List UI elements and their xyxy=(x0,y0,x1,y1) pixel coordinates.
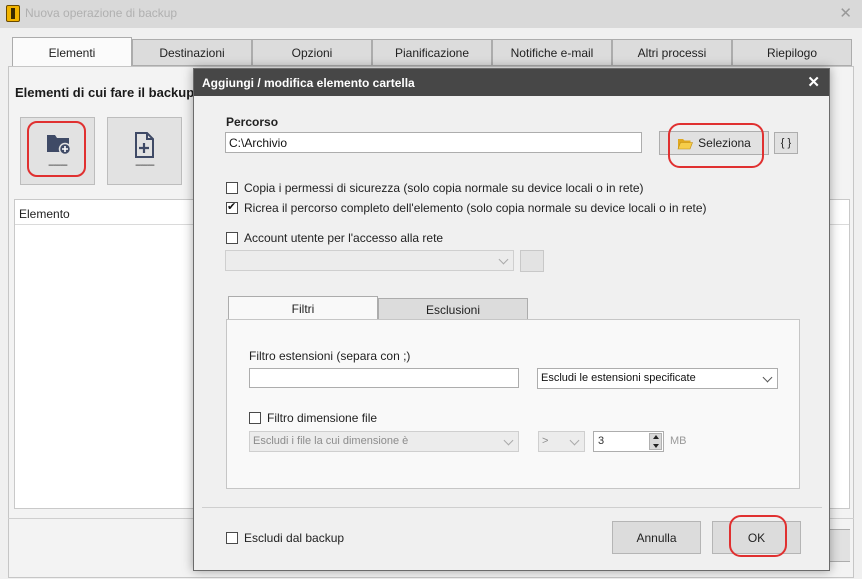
dialog-close-icon[interactable]: ✕ xyxy=(807,73,820,91)
exclude-from-backup-checkbox[interactable] xyxy=(226,532,238,544)
main-window-titlebar: Nuova operazione di backup ✕ xyxy=(0,0,862,28)
size-value: 3 xyxy=(598,435,605,447)
add-file-label: -------- xyxy=(135,160,155,171)
size-value-stepper[interactable]: 3 xyxy=(593,431,664,452)
exclude-from-backup-label: Escludi dal backup xyxy=(244,531,345,545)
folder-add-icon xyxy=(47,135,72,156)
add-folder-button[interactable]: -------- xyxy=(20,117,95,185)
chevron-down-icon xyxy=(503,435,515,447)
tab-elementi[interactable]: Elementi xyxy=(12,37,132,67)
network-account-checkbox[interactable] xyxy=(226,232,238,244)
network-account-option[interactable]: Account utente per l'accesso alla rete xyxy=(226,231,443,245)
ok-button[interactable]: OK xyxy=(712,521,801,554)
network-account-button[interactable] xyxy=(520,250,544,272)
size-filter-option[interactable]: Filtro dimensione file xyxy=(249,411,377,425)
chevron-down-icon xyxy=(762,372,774,384)
size-filter-checkbox[interactable] xyxy=(249,412,261,424)
dialog-title: Aggiungi / modifica elemento cartella xyxy=(202,76,415,90)
spin-up-down-icon[interactable] xyxy=(649,433,662,450)
elements-section-title: Elementi di cui fare il backup xyxy=(15,85,195,100)
add-file-button[interactable]: -------- xyxy=(107,117,182,185)
extension-filter-label: Filtro estensioni (separa con ;) xyxy=(249,349,411,363)
tab-opzioni[interactable]: Opzioni xyxy=(252,39,372,66)
tab-notifiche-email[interactable]: Notifiche e-mail xyxy=(492,39,612,66)
full-path-option[interactable]: Ricrea il percorso completo dell'element… xyxy=(226,200,707,215)
folder-item-dialog: Aggiungi / modifica elemento cartella ✕ … xyxy=(193,68,830,571)
extension-mode-combo[interactable]: Escludi le estensioni specificate xyxy=(537,368,778,389)
dialog-divider xyxy=(202,507,822,508)
tab-filtri[interactable]: Filtri xyxy=(228,296,378,321)
add-folder-label: -------- xyxy=(48,160,68,171)
tab-altri-processi[interactable]: Altri processi xyxy=(612,39,732,66)
cancel-button[interactable]: Annulla xyxy=(612,521,701,554)
filters-panel xyxy=(226,319,800,489)
select-folder-label: Seleziona xyxy=(698,136,751,150)
size-operator-combo[interactable]: > xyxy=(538,431,585,452)
tab-destinazioni[interactable]: Destinazioni xyxy=(132,39,252,66)
main-tab-bar: Elementi Destinazioni Opzioni Pianificaz… xyxy=(12,37,852,67)
extension-filter-input[interactable] xyxy=(249,368,519,388)
size-filter-label: Filtro dimensione file xyxy=(267,411,378,425)
path-input[interactable] xyxy=(225,132,642,153)
size-operator-value: > xyxy=(542,435,549,447)
select-folder-button[interactable]: Seleziona xyxy=(659,131,769,155)
main-window-title: Nuova operazione di backup xyxy=(25,6,178,20)
folder-open-icon xyxy=(677,138,694,149)
dialog-titlebar: Aggiungi / modifica elemento cartella ✕ xyxy=(194,69,829,96)
network-account-label: Account utente per l'accesso alla rete xyxy=(244,231,444,245)
extension-mode-value: Escludi le estensioni specificate xyxy=(541,372,696,384)
size-mode-combo[interactable]: Escludi i file la cui dimensione è xyxy=(249,431,519,452)
exclude-from-backup-option[interactable]: Escludi dal backup xyxy=(226,531,344,545)
tab-riepilogo[interactable]: Riepilogo xyxy=(732,39,852,66)
app-logo-icon xyxy=(6,5,20,22)
full-path-label: Ricrea il percorso completo dell'element… xyxy=(244,201,707,215)
variables-button[interactable]: { } xyxy=(774,132,798,154)
security-permissions-checkbox[interactable] xyxy=(226,182,238,194)
security-permissions-label: Copia i permessi di sicurezza (solo copi… xyxy=(244,181,644,195)
security-permissions-option[interactable]: Copia i permessi di sicurezza (solo copi… xyxy=(226,181,644,195)
file-add-icon xyxy=(135,132,154,158)
full-path-checkbox[interactable] xyxy=(226,200,238,214)
chevron-down-icon xyxy=(498,254,510,266)
size-mode-value: Escludi i file la cui dimensione è xyxy=(253,435,409,447)
main-close-icon[interactable]: ✕ xyxy=(839,4,852,22)
chevron-down-icon xyxy=(569,435,581,447)
network-account-combo[interactable] xyxy=(225,250,514,271)
tab-pianificazione[interactable]: Pianificazione xyxy=(372,39,492,66)
path-label: Percorso xyxy=(226,115,279,129)
size-unit-label: MB xyxy=(670,435,687,447)
